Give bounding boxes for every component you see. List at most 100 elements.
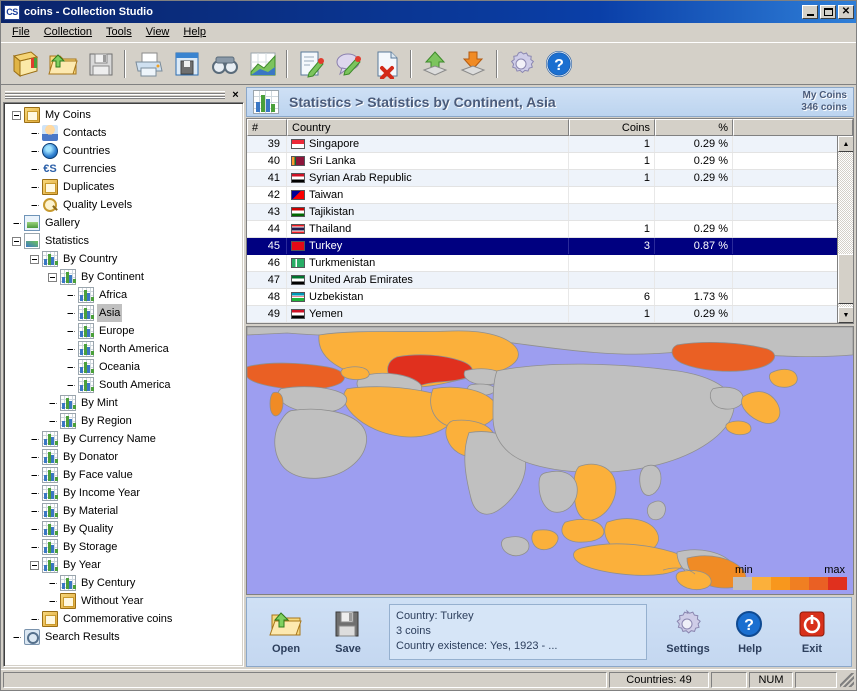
cell-country: Turkmenistan	[287, 255, 569, 271]
resize-grip-icon[interactable]	[840, 673, 854, 687]
table-row[interactable]: 49 Yemen 1 0.29 %	[247, 306, 853, 323]
cell-country: Singapore	[287, 136, 569, 152]
cell-percent	[655, 204, 733, 220]
tree-item-commemorative-coins[interactable]: Commemorative coins	[6, 610, 241, 628]
tree-item-north-america[interactable]: North America	[6, 340, 241, 358]
menu-view[interactable]: View	[139, 24, 177, 40]
open-button[interactable]: Open	[255, 609, 317, 655]
cell-coins	[569, 272, 655, 288]
tree-item-currencies[interactable]: €S Currencies	[6, 160, 241, 178]
tree-item-by-continent[interactable]: By Continent	[6, 268, 241, 286]
delete-item-button[interactable]	[368, 45, 406, 83]
statistics-table[interactable]: # Country Coins % 39 Singapore 1 0.29 % 40 Sr…	[246, 118, 854, 324]
print-button[interactable]	[130, 45, 168, 83]
export-window-button[interactable]	[168, 45, 206, 83]
cell-percent: 0.29 %	[655, 170, 733, 186]
open-collection-button[interactable]	[44, 45, 82, 83]
tree-item-without-year[interactable]: Without Year	[6, 592, 241, 610]
tree-item-duplicates[interactable]: Duplicates	[6, 178, 241, 196]
tree-item-quality-levels[interactable]: Quality Levels	[6, 196, 241, 214]
world-map[interactable]: min max	[246, 326, 854, 595]
save-button[interactable]: Save	[317, 609, 379, 655]
tree-collapse-toggle[interactable]	[12, 236, 21, 246]
tree-item-by-mint[interactable]: By Mint	[6, 394, 241, 412]
table-row[interactable]: 45 Turkey 3 0.87 %	[247, 238, 853, 255]
exit-button[interactable]: Exit	[781, 609, 843, 655]
edit-comment-button[interactable]	[330, 45, 368, 83]
export-button[interactable]	[454, 45, 492, 83]
sidebar-grip[interactable]: ×	[3, 87, 244, 102]
tree-item-by-face-value[interactable]: By Face value	[6, 466, 241, 484]
table-row[interactable]: 48 Uzbekistan 6 1.73 %	[247, 289, 853, 306]
column-header-country[interactable]: Country	[287, 119, 569, 136]
import-button[interactable]	[416, 45, 454, 83]
tree-item-oceania[interactable]: Oceania	[6, 358, 241, 376]
edit-item-button[interactable]	[292, 45, 330, 83]
settings-button[interactable]: Settings	[657, 609, 719, 655]
menu-help[interactable]: Help	[176, 24, 213, 40]
table-row[interactable]: 41 Syrian Arab Republic 1 0.29 %	[247, 170, 853, 187]
tree-item-search-results[interactable]: Search Results	[6, 628, 241, 646]
help-button[interactable]: ?	[540, 45, 578, 83]
collection-tree[interactable]: My Coins Contacts Countries €S Currencies Dup…	[3, 102, 244, 667]
tree-item-by-century[interactable]: By Century	[6, 574, 241, 592]
scrollbar-thumb[interactable]	[838, 254, 853, 304]
tree-item-statistics[interactable]: Statistics	[6, 232, 241, 250]
tree-item-by-storage[interactable]: By Storage	[6, 538, 241, 556]
tree-item-my-coins[interactable]: My Coins	[6, 106, 241, 124]
tree-item-label: By Storage	[63, 541, 118, 553]
help-button[interactable]: ? Help	[719, 609, 781, 655]
maximize-button[interactable]	[820, 5, 836, 19]
tree-collapse-toggle[interactable]	[48, 272, 57, 282]
tree-item-by-currency-name[interactable]: By Currency Name	[6, 430, 241, 448]
column-header-coins[interactable]: Coins	[569, 119, 655, 136]
tree-item-europe[interactable]: Europe	[6, 322, 241, 340]
export-icon	[460, 51, 486, 76]
tree-collapse-toggle[interactable]	[12, 110, 21, 120]
tree-item-by-country[interactable]: By Country	[6, 250, 241, 268]
settings-button[interactable]	[502, 45, 540, 83]
tree-leaf-marker	[30, 165, 39, 174]
drag-handle-icon[interactable]	[5, 90, 225, 99]
tree-item-south-america[interactable]: South America	[6, 376, 241, 394]
menu-tools[interactable]: Tools	[99, 24, 139, 40]
table-row[interactable]: 46 Turkmenistan	[247, 255, 853, 272]
find-button[interactable]	[206, 45, 244, 83]
tree-item-by-income-year[interactable]: By Income Year	[6, 484, 241, 502]
scroll-down-icon[interactable]: ▼	[838, 307, 853, 323]
menu-file[interactable]: File	[5, 24, 37, 40]
column-header-percent[interactable]: %	[655, 119, 733, 136]
sidebar-close-icon[interactable]: ×	[229, 89, 242, 101]
table-row[interactable]: 47 United Arab Emirates	[247, 272, 853, 289]
tree-collapse-toggle[interactable]	[30, 254, 39, 264]
table-row[interactable]: 44 Thailand 1 0.29 %	[247, 221, 853, 238]
tree-item-by-region[interactable]: By Region	[6, 412, 241, 430]
tree-item-asia[interactable]: Asia	[6, 304, 241, 322]
table-vertical-scrollbar[interactable]: ▲ ▼	[837, 136, 853, 323]
save-collection-button[interactable]	[82, 45, 120, 83]
table-row[interactable]: 40 Sri Lanka 1 0.29 %	[247, 153, 853, 170]
scroll-up-icon[interactable]: ▲	[838, 136, 853, 152]
tree-collapse-toggle[interactable]	[30, 560, 39, 570]
tree-item-countries[interactable]: Countries	[6, 142, 241, 160]
table-row[interactable]: 43 Tajikistan	[247, 204, 853, 221]
legend-swatch-nodata	[733, 577, 752, 590]
tree-item-by-year[interactable]: By Year	[6, 556, 241, 574]
tree-item-contacts[interactable]: Contacts	[6, 124, 241, 142]
tree-item-africa[interactable]: Africa	[6, 286, 241, 304]
tree-item-by-quality[interactable]: By Quality	[6, 520, 241, 538]
close-button[interactable]: ✕	[838, 5, 854, 19]
new-collection-button[interactable]	[6, 45, 44, 83]
column-header-number[interactable]: #	[247, 119, 287, 136]
edit-item-icon	[300, 51, 324, 78]
table-row[interactable]: 39 Singapore 1 0.29 %	[247, 136, 853, 153]
tree-item-by-donator[interactable]: By Donator	[6, 448, 241, 466]
table-row[interactable]: 42 Taiwan	[247, 187, 853, 204]
minimize-button[interactable]	[802, 5, 818, 19]
tree-item-by-material[interactable]: By Material	[6, 502, 241, 520]
tree-leaf-marker	[66, 345, 75, 354]
tree-item-gallery[interactable]: Gallery	[6, 214, 241, 232]
status-num-lock: NUM	[749, 672, 793, 688]
menu-collection[interactable]: Collection	[37, 24, 99, 40]
statistics-button[interactable]	[244, 45, 282, 83]
